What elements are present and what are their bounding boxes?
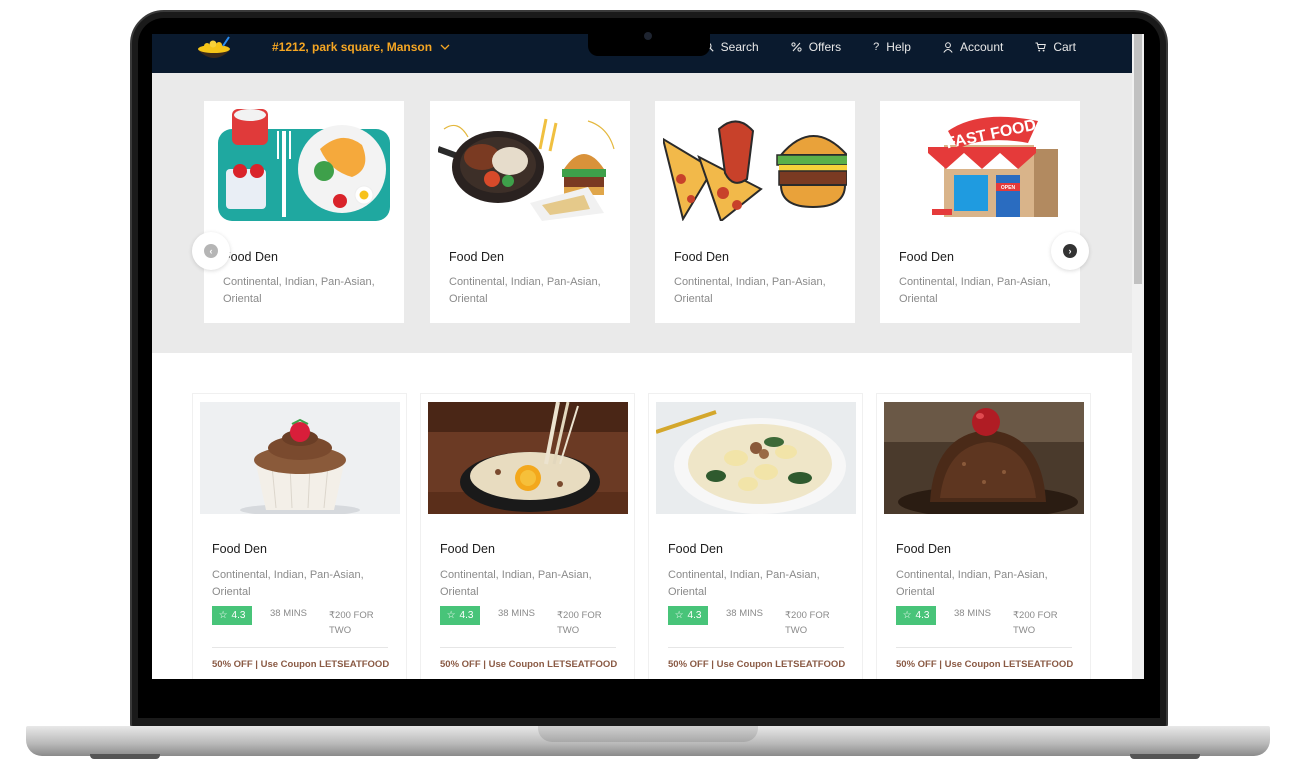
rating-badge: ☆ 4.3 [440,606,480,625]
gnocchi-bowl-image [656,402,856,514]
offer-text: 50% OFF | Use Coupon LETSEATFOOD [440,659,618,670]
delivery-time: 38 MINS [726,608,763,619]
delivery-address: #1212, park square, Manson [272,40,433,54]
star-icon: ☆ [218,610,228,621]
pizza-and-burger-image [663,109,847,221]
rating-badge: ☆ 4.3 [668,606,708,625]
card-divider [440,647,616,648]
rating-badge: ☆ 4.3 [896,606,936,625]
brand-logo-icon[interactable] [196,36,232,66]
nav-links: Search Offers ? Help Account Cart [704,40,1076,54]
rating-value: 4.3 [231,610,246,621]
card-divider [212,647,388,648]
restaurant-cuisines: Continental, Indian, Pan-Asian, Oriental [674,276,826,305]
restaurant-name: Food Den [212,542,267,556]
restaurant-name: Food Den [223,250,278,264]
restaurant-cuisines: Continental, Indian, Pan-Asian, Oriental [896,569,1048,598]
price-for-two: ₹200 FOR TWO [785,610,830,636]
nav-help[interactable]: ? Help [873,40,911,54]
nav-search-label: Search [720,40,759,54]
egg-noodle-bowl-image [428,402,628,514]
rating-value: 4.3 [459,610,474,621]
offer-text: 50% OFF | Use Coupon LETSEATFOOD [896,659,1074,670]
carousel-card[interactable]: Food Den Continental, Indian, Pan-Asian,… [655,101,855,323]
restaurant-cuisines: Continental, Indian, Pan-Asian, Oriental [449,276,601,305]
laptop-base-notch [538,726,758,742]
restaurant-name: Food Den [668,542,723,556]
nav-account-label: Account [959,40,1004,54]
restaurant-cuisines: Continental, Indian, Pan-Asian, Oriental [899,276,1051,305]
restaurant-card[interactable]: Food Den Continental, Indian, Pan-Asian,… [876,393,1091,679]
restaurant-name: Food Den [896,542,951,556]
chevron-right-icon: › [1063,244,1077,258]
rating-badge: ☆ 4.3 [212,606,252,625]
price-for-two: ₹200 FOR TWO [329,610,374,636]
nav-search[interactable]: Search [704,40,759,54]
delivery-time: 38 MINS [954,608,991,619]
nav-account[interactable]: Account [943,40,1003,54]
offer-text: 50% OFF | Use Coupon LETSEATFOOD [212,659,390,670]
delivery-address-selector[interactable]: #1212, park square, Manson [272,40,450,54]
nav-cart[interactable]: Cart [1035,40,1076,54]
carousel-card[interactable]: OPEN FAST FOOD Food Den Continental, Ind… [880,101,1080,323]
user-icon [943,41,953,53]
star-icon: ☆ [902,610,912,621]
fast-food-shop-image: OPEN FAST FOOD [888,109,1072,221]
card-divider [896,647,1072,648]
meal-tray-image [212,109,396,221]
help-icon: ? [873,41,880,53]
page-scrollbar-thumb[interactable] [1134,34,1142,284]
restaurant-card[interactable]: Food Den Continental, Indian, Pan-Asian,… [420,393,635,679]
chevron-down-icon [440,44,450,50]
chevron-left-icon: ‹ [204,244,218,258]
nav-cart-label: Cart [1053,40,1076,54]
offer-text: 50% OFF | Use Coupon LETSEATFOOD [668,659,846,670]
restaurant-cuisines: Continental, Indian, Pan-Asian, Oriental [668,569,820,598]
restaurant-card[interactable]: Food Den Continental, Indian, Pan-Asian,… [648,393,863,679]
price-for-two: ₹200 FOR TWO [1013,610,1058,636]
restaurant-name: Food Den [449,250,504,264]
rating-value: 4.3 [915,610,930,621]
nav-help-label: Help [886,40,911,54]
open-sign: OPEN [1001,185,1016,191]
laptop-foot [90,754,160,759]
cart-icon [1035,42,1047,52]
laptop-foot [1130,754,1200,759]
cupcake-image [200,402,400,514]
restaurant-name: Food Den [440,542,495,556]
rating-value: 4.3 [687,610,702,621]
app-screen: #1212, park square, Manson Search Offers… [152,34,1144,679]
carousel-prev-button[interactable]: ‹ [192,232,230,270]
percent-icon [791,42,802,52]
laptop-frame: #1212, park square, Manson Search Offers… [0,0,1291,761]
star-icon: ☆ [674,610,684,621]
carousel-next-button[interactable]: › [1051,232,1089,270]
nav-offers[interactable]: Offers [791,40,841,54]
carousel-card[interactable]: Food Den Continental, Indian, Pan-Asian,… [430,101,630,323]
nav-offers-label: Offers [808,40,842,54]
camera-icon [644,32,652,40]
featured-carousel: Food Den Continental, Indian, Pan-Asian,… [152,73,1132,353]
card-divider [668,647,844,648]
restaurant-name: Food Den [899,250,954,264]
restaurant-cuisines: Continental, Indian, Pan-Asian, Oriental [223,276,375,305]
star-icon: ☆ [446,610,456,621]
price-for-two: ₹200 FOR TWO [557,610,602,636]
restaurant-card[interactable]: Food Den Continental, Indian, Pan-Asian,… [192,393,407,679]
steak-and-burger-image [438,109,622,221]
delivery-time: 38 MINS [498,608,535,619]
delivery-time: 38 MINS [270,608,307,619]
restaurant-name: Food Den [674,250,729,264]
carousel-card[interactable]: Food Den Continental, Indian, Pan-Asian,… [204,101,404,323]
restaurant-cuisines: Continental, Indian, Pan-Asian, Oriental [212,569,364,598]
chocolate-dessert-image [884,402,1084,514]
restaurant-cuisines: Continental, Indian, Pan-Asian, Oriental [440,569,592,598]
